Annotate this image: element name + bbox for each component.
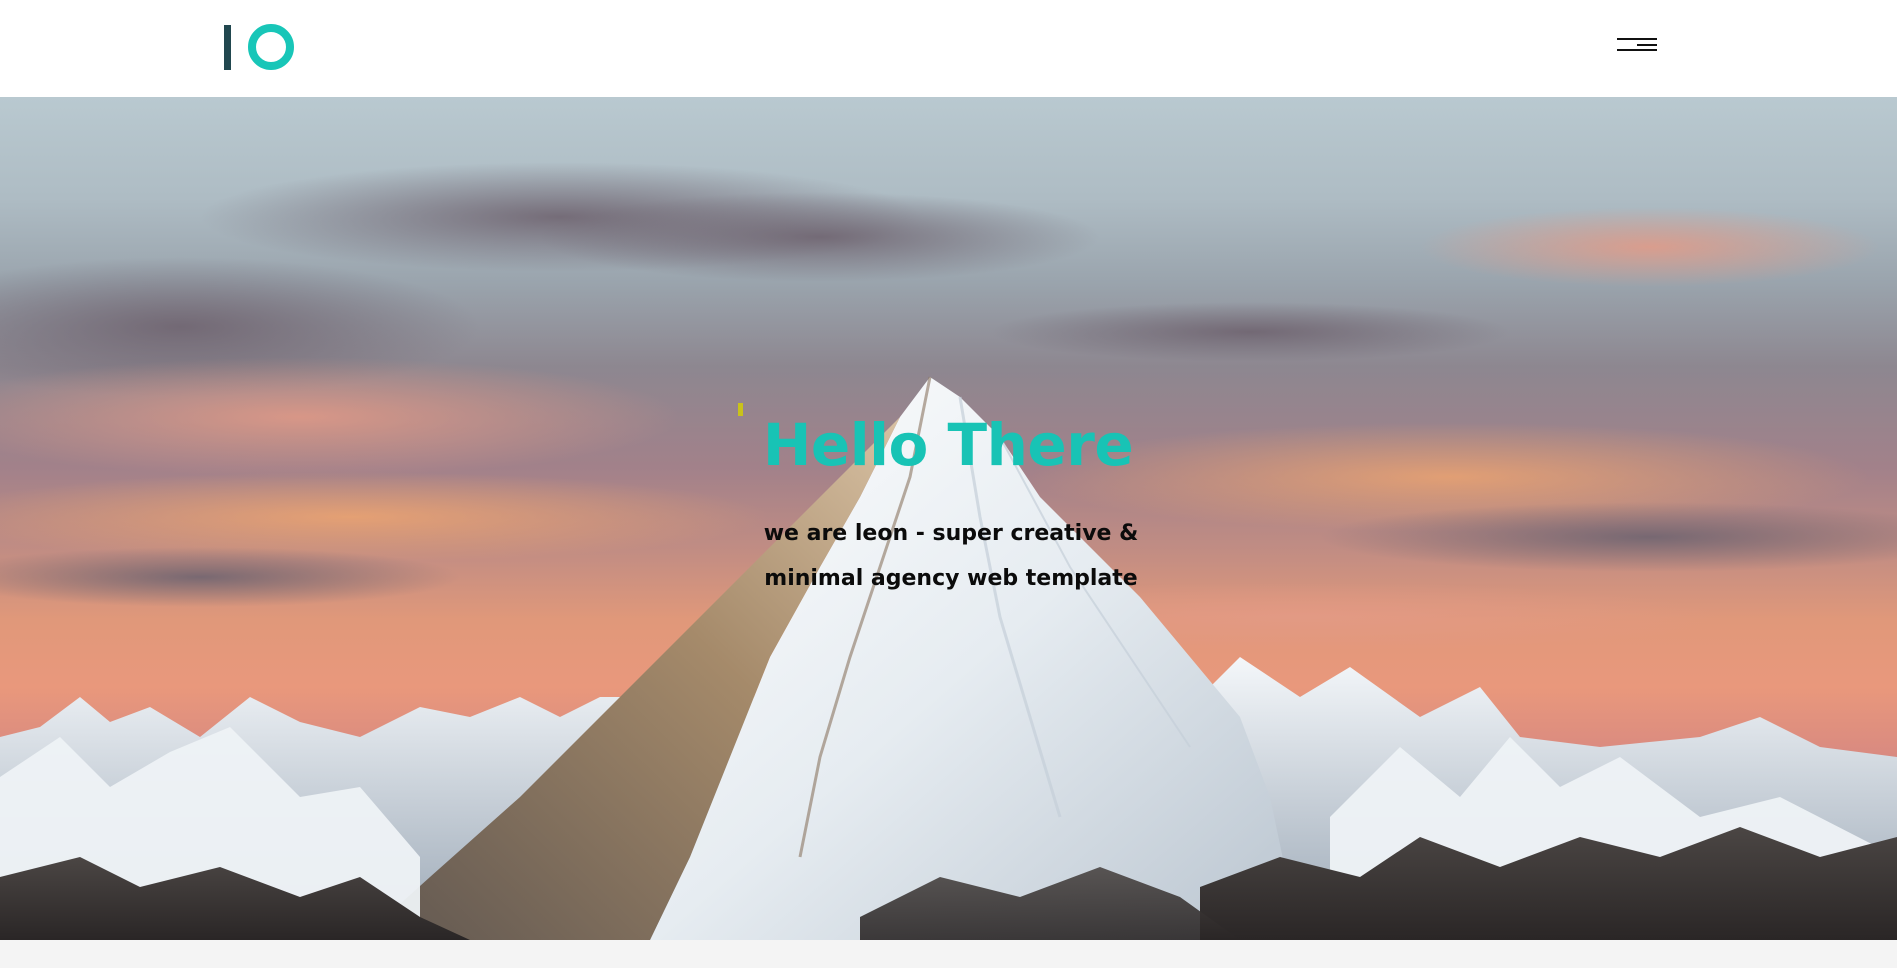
hero-subtitle-line-2: minimal agency web template: [764, 566, 1138, 591]
menu-line-top: [1617, 38, 1657, 40]
menu-line-middle: [1637, 44, 1657, 46]
page: Hello There we are leon - super creative…: [0, 0, 1897, 968]
hero-subtitle: we are leon - super creative & minimal a…: [728, 511, 1174, 601]
logo-o-mark: [248, 24, 294, 70]
hero-section: Hello There we are leon - super creative…: [0, 97, 1897, 940]
hero-subtitle-line-1: we are leon - super creative &: [763, 521, 1139, 546]
hero-content: Hello There we are leon - super creative…: [0, 97, 1897, 940]
site-logo[interactable]: [224, 24, 294, 70]
hero-accent-marker: [738, 403, 743, 416]
hero-title: Hello There: [762, 411, 1134, 479]
next-section: [0, 940, 1897, 968]
logo-i-mark: [224, 25, 231, 70]
hamburger-menu-icon[interactable]: [1617, 36, 1658, 54]
site-header: [0, 0, 1897, 97]
menu-line-bottom: [1617, 49, 1657, 51]
